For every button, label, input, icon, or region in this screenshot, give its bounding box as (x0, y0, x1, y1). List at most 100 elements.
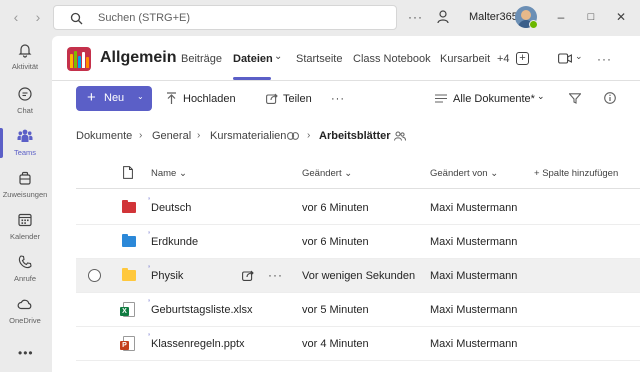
row-select-radio[interactable] (88, 269, 101, 282)
folder-icon (122, 234, 136, 247)
tab-class-notebook[interactable]: Class Notebook (353, 53, 431, 65)
breadcrumb-item[interactable]: General (152, 130, 191, 142)
file-name[interactable]: Deutsch (151, 202, 191, 214)
file-name[interactable]: Geburtstagsliste.xlsx (151, 304, 252, 316)
account-name[interactable]: Malter365 (469, 11, 518, 23)
forward-arrow-icon[interactable]: › (30, 9, 46, 25)
team-logo[interactable] (67, 47, 91, 71)
column-name-label: Name (151, 168, 177, 179)
channel-more-icon[interactable]: ··· (597, 52, 612, 66)
chevron-down-icon[interactable]: ⌄ (537, 91, 545, 102)
table-row[interactable]: ’ Erdkunde vor 6 Minuten Maxi Mustermann (76, 225, 640, 259)
breadcrumb-item[interactable]: Dokumente (76, 130, 132, 142)
main-content: Allgemein Beiträge Dateien ⌄ Startseite … (52, 36, 640, 372)
person-settings-icon[interactable] (437, 10, 451, 24)
modified-by[interactable]: Maxi Mustermann (430, 338, 517, 350)
column-header-modified[interactable]: Geändert ⌄ (302, 168, 352, 179)
teams-icon (17, 129, 33, 142)
more-options-icon[interactable]: ··· (408, 10, 423, 24)
new-item-icon: ’ (148, 298, 150, 308)
more-apps-icon[interactable]: ••• (18, 346, 34, 360)
modified-date: Vor wenigen Sekunden (302, 270, 416, 282)
file-name[interactable]: Klassenregeln.pptx (151, 338, 245, 350)
modified-by[interactable]: Maxi Mustermann (430, 202, 517, 214)
rail-label: Zuweisungen (2, 190, 48, 199)
add-column-button[interactable]: + Spalte hinzufügen (534, 168, 618, 179)
excel-file-icon: X (120, 302, 135, 317)
table-row[interactable]: P ’ Klassenregeln.pptx vor 4 Minuten Max… (76, 327, 640, 361)
table-row[interactable]: X ’ Geburtstagsliste.xlsx vor 5 Minuten … (76, 293, 640, 327)
presence-status-icon (529, 20, 538, 29)
modified-by[interactable]: Maxi Mustermann (430, 270, 517, 282)
close-icon[interactable]: ✕ (614, 10, 628, 24)
table-row[interactable]: ’ Deutsch vor 6 Minuten Maxi Mustermann (76, 191, 640, 225)
info-icon[interactable] (604, 92, 616, 104)
rail-label: Chat (17, 106, 33, 115)
tab-more-count[interactable]: +4 (497, 53, 510, 65)
cloud-icon (17, 299, 32, 310)
video-icon[interactable] (558, 53, 572, 64)
search-placeholder: Suchen (STRG+E) (98, 12, 191, 24)
upload-icon (167, 92, 176, 104)
rail-label: Anrufe (13, 274, 37, 283)
modified-date: vor 6 Minuten (302, 202, 369, 214)
rail-item-calendar[interactable]: Kalender (0, 208, 50, 252)
new-item-icon: ’ (148, 230, 150, 240)
rail-item-teams[interactable]: Teams (0, 124, 50, 168)
modified-date: vor 4 Minuten (302, 338, 369, 350)
chevron-right-icon: › (197, 130, 201, 141)
new-item-icon: ’ (148, 332, 150, 342)
view-list-icon (435, 94, 447, 103)
folder-icon (122, 268, 136, 281)
modified-date: vor 6 Minuten (302, 236, 369, 248)
rail-label: Teams (13, 148, 37, 157)
search-input[interactable]: Suchen (STRG+E) (53, 5, 397, 30)
chevron-down-icon[interactable]: ⌄ (575, 51, 583, 62)
file-name[interactable]: Erdkunde (151, 236, 198, 248)
shared-people-icon (394, 131, 406, 141)
more-commands-icon[interactable]: ··· (331, 93, 345, 105)
tab-startseite[interactable]: Startseite (296, 53, 342, 65)
upload-button[interactable]: Hochladen (183, 93, 236, 105)
tab-dateien[interactable]: Dateien (233, 53, 273, 65)
title-bar: ‹ › Suchen (STRG+E) ··· Malter365 – □ ✕ (0, 0, 640, 36)
rail-item-assignments[interactable]: Zuweisungen (0, 166, 50, 210)
filter-icon[interactable] (569, 93, 581, 104)
column-header-name[interactable]: Name ⌄ (151, 168, 187, 179)
table-row[interactable]: ’ Physik ··· Vor wenigen Sekunden Maxi M… (76, 259, 640, 293)
folder-icon (122, 200, 136, 213)
file-name[interactable]: Physik (151, 270, 183, 282)
rail-label: OneDrive (9, 316, 41, 325)
powerpoint-file-icon: P (120, 336, 135, 351)
chevron-down-icon[interactable]: ⌄ (274, 51, 282, 62)
share-button[interactable]: Teilen (283, 93, 312, 105)
column-header-modified-by[interactable]: Geändert von ⌄ (430, 168, 498, 179)
file-type-icon[interactable] (123, 166, 133, 179)
view-selector[interactable]: Alle Dokumente* (453, 93, 535, 105)
add-column-label: Spalte hinzufügen (542, 168, 619, 179)
modified-by[interactable]: Maxi Mustermann (430, 236, 517, 248)
new-button-label: Neu (104, 92, 125, 104)
calendar-icon (18, 213, 32, 227)
modified-by[interactable]: Maxi Mustermann (430, 304, 517, 316)
row-more-icon[interactable]: ··· (268, 268, 283, 282)
plus-icon: + (87, 89, 96, 106)
breadcrumb-item[interactable]: Kursmaterialien (210, 130, 286, 142)
minimize-icon[interactable]: – (554, 10, 568, 24)
tab-kursarbeit[interactable]: Kursarbeit (440, 53, 490, 65)
rail-item-activity[interactable]: Aktivität (0, 38, 50, 82)
maximize-icon[interactable]: □ (584, 10, 598, 24)
chevron-down-icon: ⌄ (137, 92, 144, 101)
link-icon (287, 132, 299, 140)
modified-date: vor 5 Minuten (302, 304, 369, 316)
rail-item-calls[interactable]: Anrufe (0, 250, 50, 294)
chevron-right-icon: › (307, 130, 311, 141)
back-arrow-icon[interactable]: ‹ (8, 9, 24, 25)
share-icon[interactable] (242, 270, 254, 281)
channel-title: Allgemein (100, 49, 177, 66)
rail-item-chat[interactable]: Chat (0, 82, 50, 126)
new-button[interactable]: + Neu ⌄ (76, 86, 152, 111)
add-tab-icon[interactable]: + (516, 52, 529, 65)
rail-item-onedrive[interactable]: OneDrive (0, 292, 50, 336)
tab-beitraege[interactable]: Beiträge (181, 53, 222, 65)
